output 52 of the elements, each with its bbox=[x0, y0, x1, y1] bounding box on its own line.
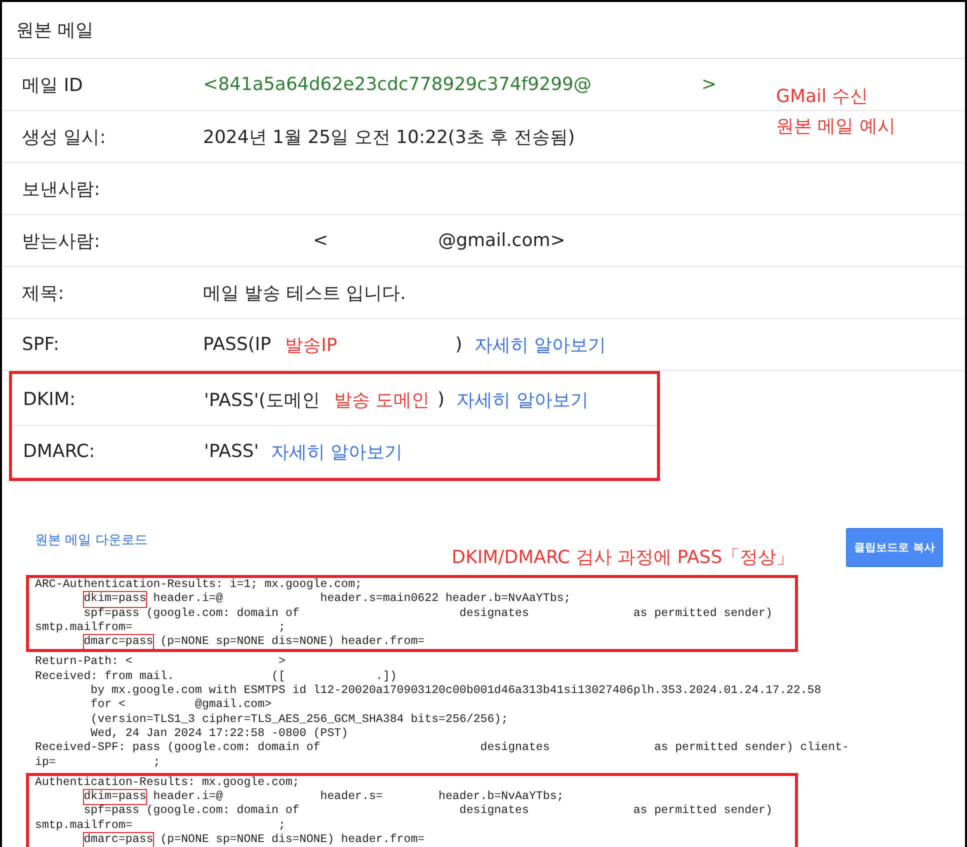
annotation-text: GMail 수신 bbox=[776, 85, 870, 109]
highlighted-code: dmarc=pass bbox=[84, 635, 154, 650]
field-label: DMARC: bbox=[22, 441, 96, 462]
code-text: (version=TLS1_3 cipher=TLS_AES_256_GCM_SHA384 bits=256/256); bbox=[90, 712, 508, 727]
annotation-text: 발송 도메인 bbox=[334, 388, 430, 412]
field-value: 'PASS'(도메인 bbox=[204, 388, 320, 412]
field-label: DKIM: bbox=[22, 389, 77, 410]
code-text: Wed, 24 Jan 2024 17:22:58 -0800 (PST) bbox=[90, 726, 348, 742]
code-text: smtp.mailfrom= ; bbox=[35, 818, 286, 834]
code-text: Received-SPF: pass (google.com: domain of designates as permitted sender) client- bbox=[35, 741, 850, 756]
code-text: Return-Path: < > bbox=[35, 655, 286, 670]
code-text: (p=NONE sp=NONE dis=NONE) header.from= bbox=[159, 635, 425, 650]
annotation-text: DKIM/DMARC 검사 과정에 PASS「정상」 bbox=[452, 546, 794, 569]
code-text: header.i=@ header.s= header.b=NvAaYTbs; bbox=[152, 790, 564, 804]
dialog-title: 원본 메일 bbox=[2, 2, 965, 59]
learn-more-link[interactable]: 자세히 알아보기 bbox=[474, 332, 606, 356]
field-label: 메일 ID bbox=[21, 74, 84, 96]
field-label: 보낸사람: bbox=[21, 178, 102, 200]
field-value: @gmail.com> bbox=[438, 230, 566, 251]
code-text: Received: from mail. ([ .]) bbox=[35, 670, 397, 684]
code-text: ARC-Authentication-Results: i=1; mx.google.com; bbox=[35, 578, 362, 592]
code-text: header.i=@ header.s=main0622 header.b=NvAaYTbs; bbox=[152, 592, 571, 607]
field-value: 메일 발송 테스트 입니다. bbox=[203, 282, 406, 304]
message-id: > bbox=[702, 74, 717, 95]
annotation-text: 원본 메일 예시 bbox=[776, 115, 896, 139]
code-text: spf=pass (google.com: domain of designates as permitted sender) bbox=[84, 804, 772, 819]
field-label: SPF: bbox=[21, 334, 60, 355]
highlighted-code: dmarc=pass bbox=[84, 833, 154, 847]
field-value: ) bbox=[438, 389, 445, 410]
field-label: 받는사람: bbox=[21, 230, 102, 252]
field-value: 'PASS' bbox=[204, 441, 259, 462]
annotation-text: 발송IP bbox=[285, 334, 338, 356]
code-text: Authentication-Results: mx.google.com; bbox=[35, 776, 300, 790]
code-text: by mx.google.com with ESMTPS id l12-20020a170903120c00b001d46a313b41si13027406plh.353.2024.01.24.17.22.58 bbox=[90, 684, 822, 698]
copy-button[interactable]: 클립보드로 복사 bbox=[846, 528, 943, 567]
message-id: <841a5a64d62e23cdc778929c374f9299@ bbox=[203, 74, 592, 95]
highlighted-code: dkim=pass bbox=[84, 790, 146, 804]
code-text: ip= ; bbox=[35, 756, 160, 770]
field-value: ) bbox=[455, 334, 462, 355]
code-text: spf=pass (google.com: domain of designates as permitted sender) bbox=[84, 606, 772, 621]
highlighted-code: dkim=pass bbox=[84, 592, 146, 607]
learn-more-link[interactable]: 자세히 알아보기 bbox=[456, 388, 588, 412]
field-value: 2024년 1월 25일 오전 10:22(3초 후 전송됨) bbox=[203, 126, 575, 148]
field-value: < bbox=[313, 230, 328, 251]
code-text: (p=NONE sp=NONE dis=NONE) header.from= bbox=[159, 833, 425, 847]
download-link[interactable]: 원본 메일 다운로드 bbox=[35, 531, 148, 549]
field-value: PASS(IP bbox=[203, 334, 272, 355]
field-label: 제목: bbox=[21, 282, 66, 304]
code-text: smtp.mailfrom= ; bbox=[35, 620, 286, 636]
code-text: for < @gmail.com> bbox=[90, 698, 272, 713]
field-label: 생성 일시: bbox=[21, 126, 107, 148]
learn-more-link[interactable]: 자세히 알아보기 bbox=[270, 440, 402, 464]
